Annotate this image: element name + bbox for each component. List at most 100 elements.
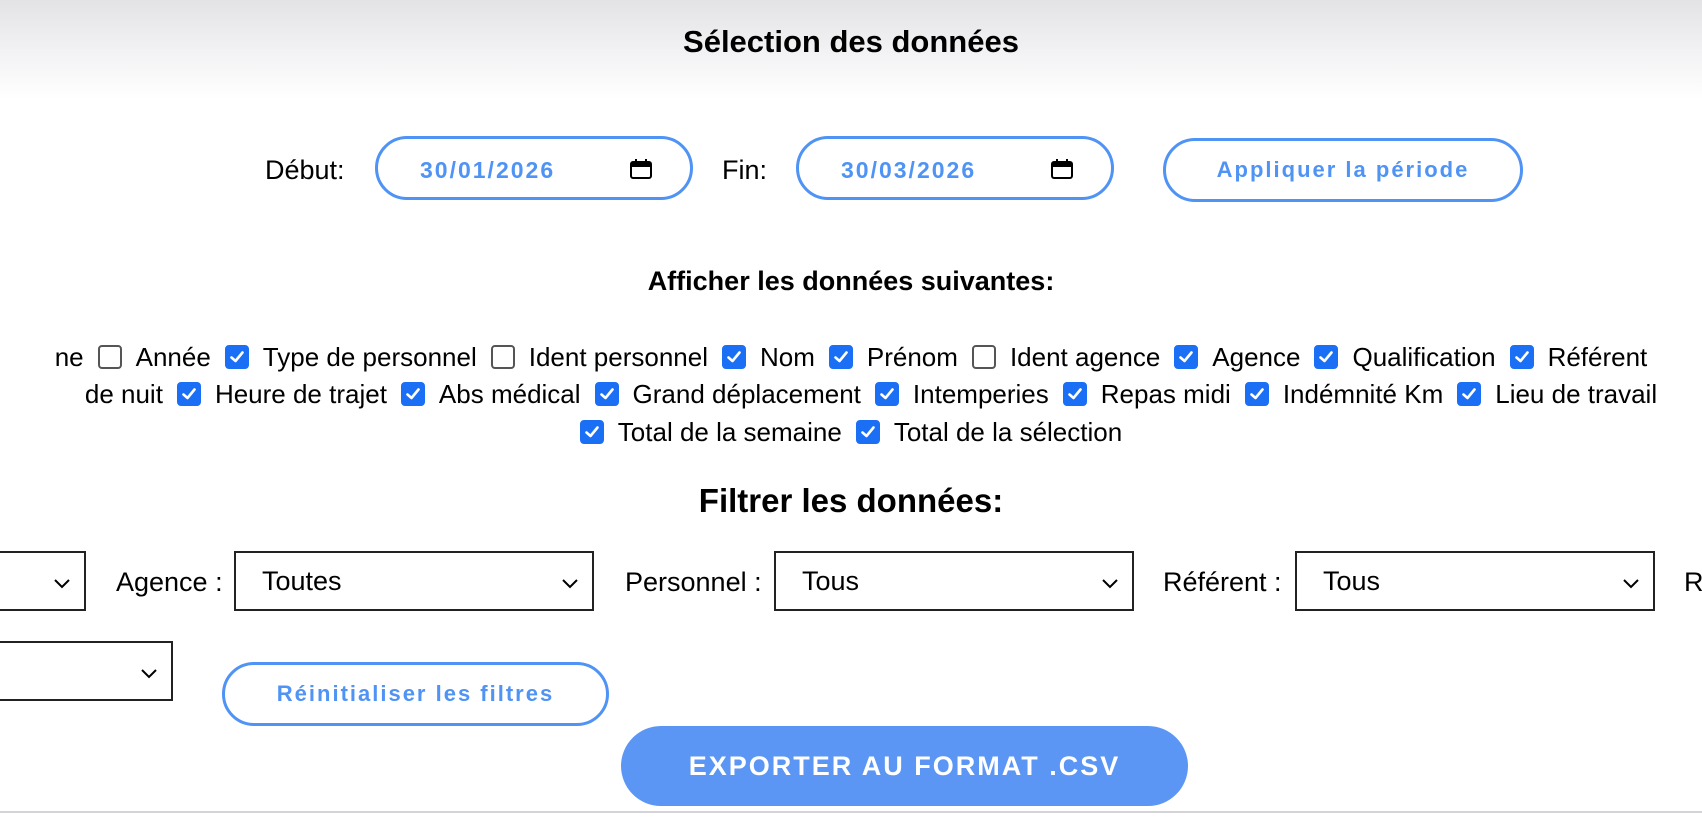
apply-period-button[interactable]: Appliquer la période — [1163, 138, 1523, 202]
agence-select[interactable]: Toutes — [234, 551, 594, 611]
reset-filters-button[interactable]: Réinitialiser les filtres — [222, 662, 609, 726]
checkbox-option[interactable]: Lieu de travail — [1457, 379, 1657, 410]
checkbox-checked[interactable] — [176, 382, 201, 406]
checkmark-icon — [584, 426, 599, 438]
chevron-down-icon — [141, 669, 157, 679]
checkmark-icon — [1514, 351, 1529, 363]
checkbox-option[interactable]: Repas midi — [1062, 378, 1231, 410]
checkbox-label: Indémnité Km — [1282, 378, 1444, 409]
checkmark-icon — [727, 351, 741, 363]
checkbox-checked[interactable] — [1174, 345, 1199, 369]
checkbox-option[interactable]: Année — [97, 341, 211, 373]
checkbox-option[interactable]: Total de la semaine — [579, 416, 842, 448]
checkmark-icon — [229, 351, 244, 363]
end-date-label: Fin: — [722, 155, 768, 185]
start-date-label: Début: — [265, 155, 345, 185]
checkbox-option[interactable]: Qualification — [1314, 341, 1496, 373]
checkbox-checked[interactable] — [594, 382, 619, 406]
checkmark-icon — [861, 426, 875, 438]
checkbox-unchecked[interactable] — [971, 345, 996, 369]
checkbox-row-1: ne Année Type de personnel Ident personnel N… — [0, 340, 1702, 374]
agence-select-value: Toutes — [262, 566, 342, 596]
checkbox-label: Repas midi — [1100, 378, 1231, 409]
checkbox-option: ne — [55, 342, 84, 373]
checkbox-label: Ident personnel — [528, 341, 708, 372]
checkbox-checked[interactable] — [224, 345, 249, 369]
personnel-select[interactable]: Tous — [774, 551, 1134, 611]
display-section-title: Afficher les données suivantes: — [647, 266, 1055, 296]
start-date-value: 30/01/2026 — [420, 157, 556, 183]
checkbox-checked[interactable] — [1457, 382, 1482, 406]
checkbox-checked[interactable] — [400, 382, 425, 406]
end-date-value: 30/03/2026 — [841, 157, 977, 183]
page-title: Sélection des données — [683, 24, 1019, 59]
checkmark-icon — [182, 388, 196, 400]
checkbox-checked[interactable] — [721, 345, 746, 369]
checkbox-option[interactable]: Ident agence — [971, 341, 1161, 373]
checkmark-icon — [1319, 351, 1334, 363]
checkbox-label: ne — [54, 341, 84, 372]
checkbox-checked[interactable] — [579, 420, 604, 444]
checkbox-checked[interactable] — [1062, 382, 1087, 406]
checkbox-option[interactable]: Abs médical — [400, 378, 581, 410]
checkbox-label: Référent — [1547, 341, 1648, 372]
end-date-input[interactable]: 30/03/2026 — [796, 136, 1114, 200]
checkbox-option[interactable]: Agence — [1174, 342, 1300, 373]
checkbox-row-2: de nuit Heure de trajet Abs médical Grand d… — [0, 377, 1702, 411]
checkmark-icon — [599, 388, 614, 400]
filter-section-title: Filtrer les données: — [698, 482, 1004, 519]
personnel-select-value: Tous — [802, 566, 860, 596]
checkbox-option[interactable]: Intemperies — [874, 379, 1049, 410]
checkbox-label: Année — [135, 341, 211, 372]
checkbox-option[interactable]: Type de personnel — [224, 341, 477, 373]
chevron-down-icon — [562, 579, 578, 589]
cut-filter-label: R — [1684, 567, 1702, 597]
checkbox-label: Ident agence — [1009, 341, 1161, 372]
checkbox-label: Prénom — [866, 341, 958, 372]
left-cut-select[interactable] — [0, 551, 86, 611]
checkbox-unchecked[interactable] — [490, 345, 515, 369]
checkbox-option[interactable]: Ident personnel — [490, 341, 708, 373]
checkbox-checked[interactable] — [855, 420, 880, 444]
checkbox-checked[interactable] — [1509, 345, 1534, 369]
start-date-input[interactable]: 30/01/2026 — [375, 136, 693, 200]
checkbox-checked[interactable] — [1314, 345, 1339, 369]
export-csv-button[interactable]: EXPORTER AU FORMAT .CSV — [621, 726, 1188, 806]
checkbox-option[interactable]: Total de la sélection — [855, 417, 1122, 448]
checkbox-label: Agence — [1212, 341, 1301, 372]
referent-select-value: Tous — [1323, 566, 1381, 596]
checkbox-option[interactable]: Nom — [721, 341, 815, 373]
checkbox-checked[interactable] — [828, 345, 853, 369]
checkmark-icon — [1462, 388, 1477, 400]
personnel-filter-label: Personnel : — [625, 567, 762, 597]
checkbox-label: Grand déplacement — [632, 378, 861, 409]
checkbox-label: Qualification — [1352, 341, 1496, 372]
checkbox-checked[interactable] — [1244, 382, 1269, 406]
checkbox-option: de nuit — [85, 379, 163, 410]
checkbox-label: Total de la semaine — [617, 416, 842, 447]
referent-filter-label: Référent : — [1163, 567, 1282, 597]
checkbox-option[interactable]: Grand déplacement — [594, 378, 861, 410]
checkbox-option[interactable]: Heure de trajet — [176, 379, 387, 410]
chevron-down-icon — [1102, 579, 1118, 589]
bottom-divider — [0, 811, 1702, 813]
checkbox-row-3: Total de la semaine Total de la sélection — [0, 415, 1702, 449]
calendar-icon[interactable] — [1051, 159, 1073, 179]
calendar-icon[interactable] — [630, 159, 652, 179]
checkbox-option[interactable]: Référent — [1509, 341, 1648, 373]
second-row-select[interactable] — [0, 641, 173, 701]
checkbox-option[interactable]: Indémnité Km — [1244, 378, 1444, 410]
checkbox-option[interactable]: Prénom — [828, 341, 958, 373]
checkbox-checked[interactable] — [874, 382, 899, 406]
referent-select[interactable]: Tous — [1295, 551, 1655, 611]
checkbox-label: Nom — [759, 341, 815, 372]
checkbox-label: de nuit — [84, 378, 163, 409]
checkbox-label: Type de personnel — [262, 341, 477, 372]
checkbox-label: Abs médical — [438, 378, 581, 409]
chevron-down-icon — [1623, 579, 1639, 589]
checkmark-icon — [406, 388, 420, 400]
chevron-down-icon — [54, 579, 70, 589]
checkmark-icon — [1250, 388, 1264, 400]
checkbox-unchecked[interactable] — [97, 345, 122, 369]
checkmark-icon — [1067, 388, 1082, 400]
